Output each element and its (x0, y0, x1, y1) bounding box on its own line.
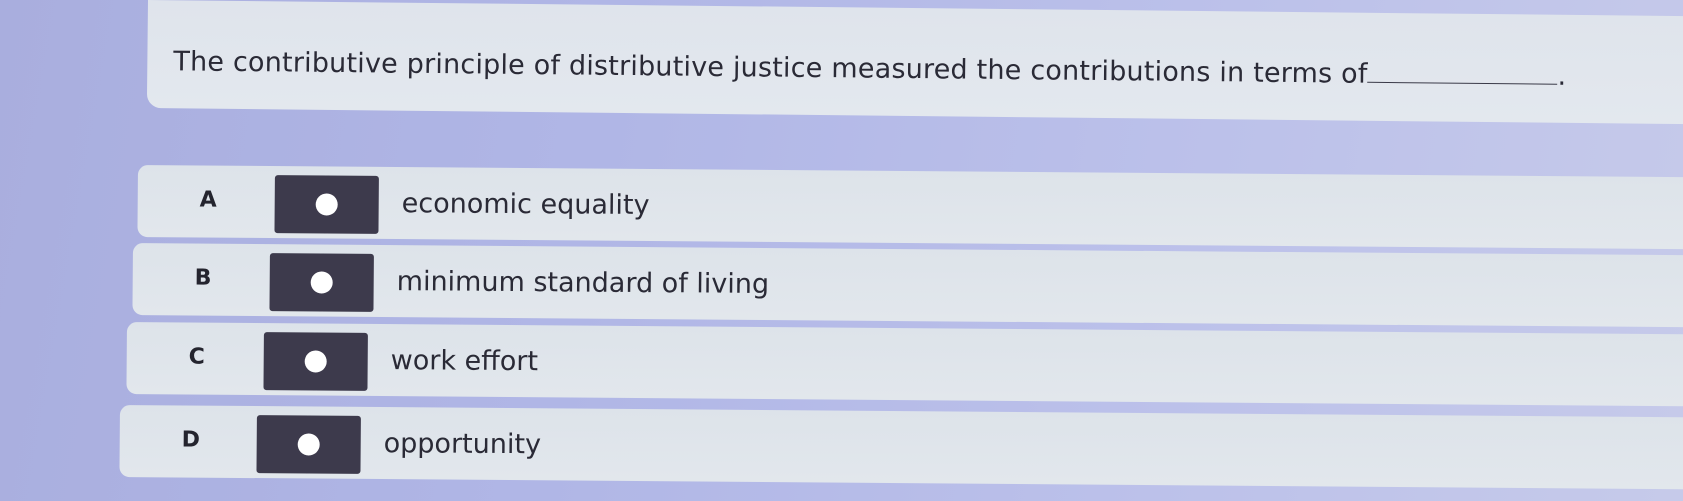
option-a[interactable]: A economic equality (137, 165, 1683, 250)
radio-button-d[interactable] (256, 415, 361, 474)
option-letter: A (199, 187, 217, 213)
radio-button-b[interactable] (269, 253, 374, 312)
option-d[interactable]: D opportunity (119, 405, 1683, 490)
option-label: work effort (390, 345, 539, 378)
option-label: economic equality (401, 188, 650, 222)
radio-button-c[interactable] (263, 332, 368, 391)
answer-options: A economic equality B minimum standard o… (0, 0, 1683, 501)
option-label: opportunity (383, 428, 542, 461)
option-letter: C (188, 344, 205, 370)
radio-button-a[interactable] (274, 175, 379, 234)
radio-dot-icon (297, 433, 320, 456)
option-letter: D (181, 427, 201, 453)
radio-dot-icon (315, 193, 338, 216)
option-c[interactable]: C work effort (126, 322, 1683, 407)
option-letter: B (194, 265, 212, 291)
radio-dot-icon (304, 350, 327, 373)
option-label: minimum standard of living (396, 266, 770, 300)
option-b[interactable]: B minimum standard of living (132, 243, 1683, 328)
radio-dot-icon (310, 271, 333, 294)
